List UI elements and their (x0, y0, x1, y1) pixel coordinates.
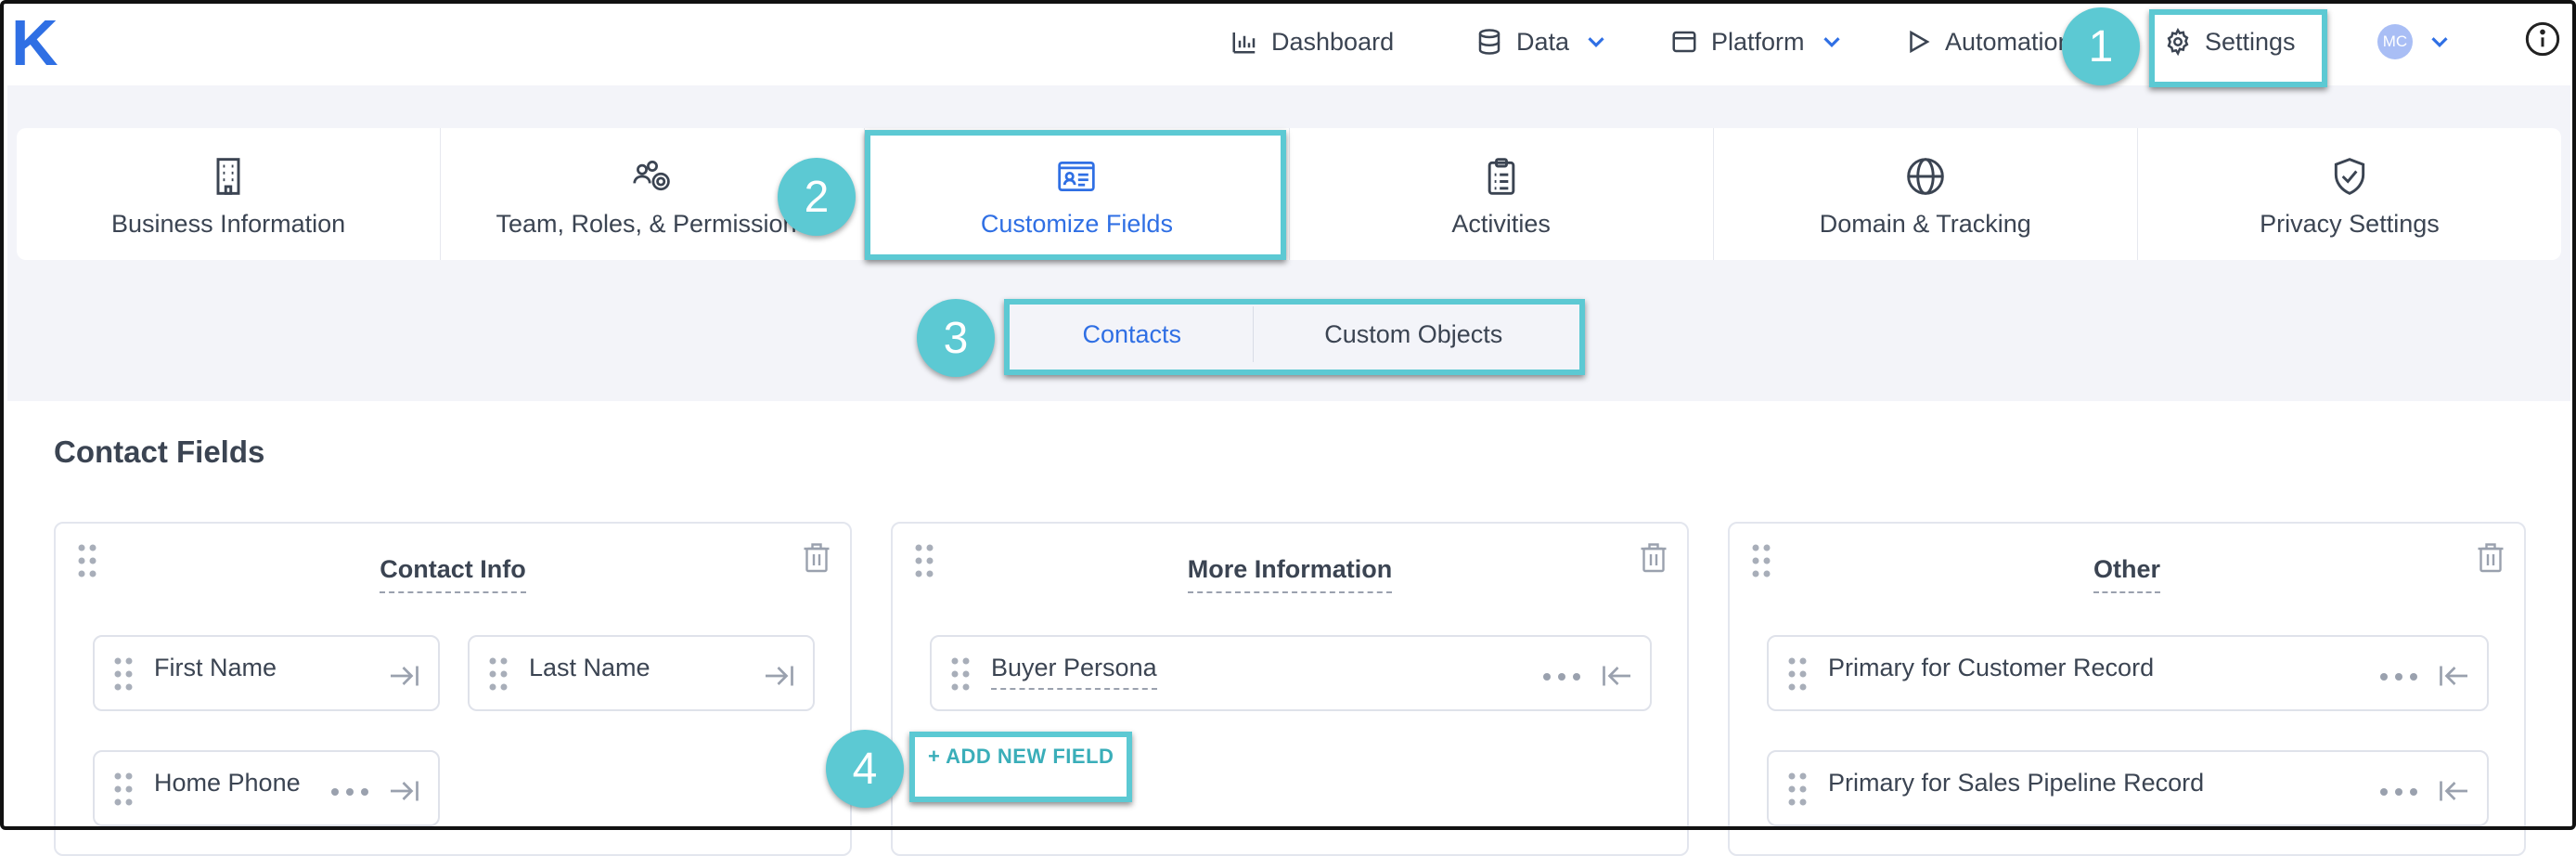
chevron-down-icon (2431, 37, 2448, 47)
arrow-to-right-bar-icon[interactable] (386, 774, 423, 808)
field-name: Buyer Persona (991, 654, 1157, 690)
avatar: MC (2377, 24, 2413, 59)
field-chip[interactable]: Buyer Persona (930, 635, 1652, 711)
user-menu[interactable]: MC (2377, 17, 2454, 67)
field-name: First Name (154, 654, 277, 681)
step-badge-1: 1 (2062, 7, 2140, 85)
field-name: Primary for Sales Pipeline Record (1828, 769, 2205, 797)
field-type-tabs: Contacts Custom Objects (1011, 306, 1574, 362)
bar-chart-icon (1232, 32, 1256, 54)
field-name: Home Phone (154, 769, 301, 797)
drag-handle-icon[interactable] (113, 771, 134, 808)
category-customize-fields[interactable]: Customize Fields (865, 128, 1290, 260)
nav-platform[interactable]: Platform (1670, 17, 1846, 67)
more-options-icon[interactable] (1542, 672, 1581, 681)
nav-data-label: Data (1516, 27, 1570, 56)
section-title: Contact Fields (54, 434, 265, 469)
more-options-icon[interactable] (330, 787, 369, 797)
arrow-to-left-bar-icon[interactable] (1598, 659, 1635, 693)
info-icon[interactable] (2524, 20, 2561, 58)
database-icon (1478, 29, 1501, 55)
category-label: Domain & Tracking (1819, 210, 2031, 238)
team-gear-icon (633, 161, 671, 191)
settings-category-bar: Business Information Team, Roles, & Perm… (17, 128, 2561, 260)
group-title[interactable]: Contact Info (56, 555, 850, 593)
clipboard-icon (1488, 158, 1514, 195)
arrow-to-right-bar-icon[interactable] (761, 659, 798, 693)
group-title[interactable]: Other (1730, 555, 2524, 593)
field-group-card: More Information Buyer Persona (891, 522, 1689, 856)
category-privacy-settings[interactable]: Privacy Settings (2138, 128, 2561, 260)
field-name: Primary for Customer Record (1828, 654, 2155, 681)
more-options-icon[interactable] (2379, 787, 2418, 797)
top-navigation: K Dashboard Data Platform Automation Set… (0, 0, 2576, 85)
field-chip[interactable]: Home Phone (93, 750, 440, 826)
category-label: Business Information (111, 210, 346, 238)
arrow-to-left-bar-icon[interactable] (2435, 774, 2472, 808)
add-new-field-button[interactable]: + ADD NEW FIELD (928, 745, 1114, 769)
nav-platform-label: Platform (1711, 27, 1805, 56)
drag-handle-icon[interactable] (1787, 655, 1808, 693)
shield-check-icon (2334, 158, 2365, 195)
category-business-information[interactable]: Business Information (17, 128, 442, 260)
field-chip[interactable]: Last Name (468, 635, 815, 711)
nav-settings[interactable]: Settings (2164, 17, 2296, 67)
field-chip[interactable]: Primary for Customer Record (1767, 635, 2489, 711)
globe-icon (1906, 158, 1944, 195)
tab-contacts[interactable]: Contacts (1011, 306, 1254, 362)
category-label: Activities (1451, 210, 1551, 238)
nav-automation-label: Automation (1945, 27, 2072, 56)
nav-data[interactable]: Data (1475, 17, 1610, 67)
drag-handle-icon[interactable] (1787, 771, 1808, 808)
step-badge-3: 3 (917, 299, 995, 377)
category-label: Team, Roles, & Permissions (496, 210, 810, 238)
field-name: Last Name (529, 654, 650, 681)
browser-window-icon (1672, 31, 1696, 53)
step-badge-4: 4 (826, 730, 904, 808)
field-chip[interactable]: Primary for Sales Pipeline Record (1767, 750, 2489, 826)
app-logo[interactable]: K (11, 10, 58, 75)
drag-handle-icon[interactable] (488, 655, 509, 693)
group-title[interactable]: More Information (893, 555, 1687, 593)
arrow-to-left-bar-icon[interactable] (2435, 659, 2472, 693)
field-chip[interactable]: First Name (93, 635, 440, 711)
more-options-icon[interactable] (2379, 672, 2418, 681)
field-group-card: Other Primary for Customer Record Primar… (1728, 522, 2526, 856)
category-label: Privacy Settings (2260, 210, 2440, 238)
chevron-down-icon (1823, 37, 1840, 47)
chevron-down-icon (1588, 37, 1604, 47)
category-label: Customize Fields (980, 210, 1173, 238)
nav-dashboard[interactable]: Dashboard (1230, 17, 1394, 67)
nav-settings-label: Settings (2205, 27, 2296, 56)
field-group-card: Contact Info First Name Last Name Home P… (54, 522, 852, 856)
drag-handle-icon[interactable] (950, 655, 971, 693)
nav-dashboard-label: Dashboard (1271, 27, 1395, 56)
arrow-to-right-bar-icon[interactable] (386, 659, 423, 693)
step-badge-2: 2 (778, 158, 856, 236)
drag-handle-icon[interactable] (113, 655, 134, 693)
tab-custom-objects[interactable]: Custom Objects (1254, 306, 1574, 362)
play-icon (1910, 30, 1930, 54)
building-icon (216, 158, 240, 195)
nav-automation[interactable]: Automation (1904, 17, 2080, 67)
category-activities[interactable]: Activities (1290, 128, 1714, 260)
category-domain-tracking[interactable]: Domain & Tracking (1714, 128, 2138, 260)
id-card-icon (1058, 161, 1096, 192)
gear-icon (2167, 28, 2189, 56)
